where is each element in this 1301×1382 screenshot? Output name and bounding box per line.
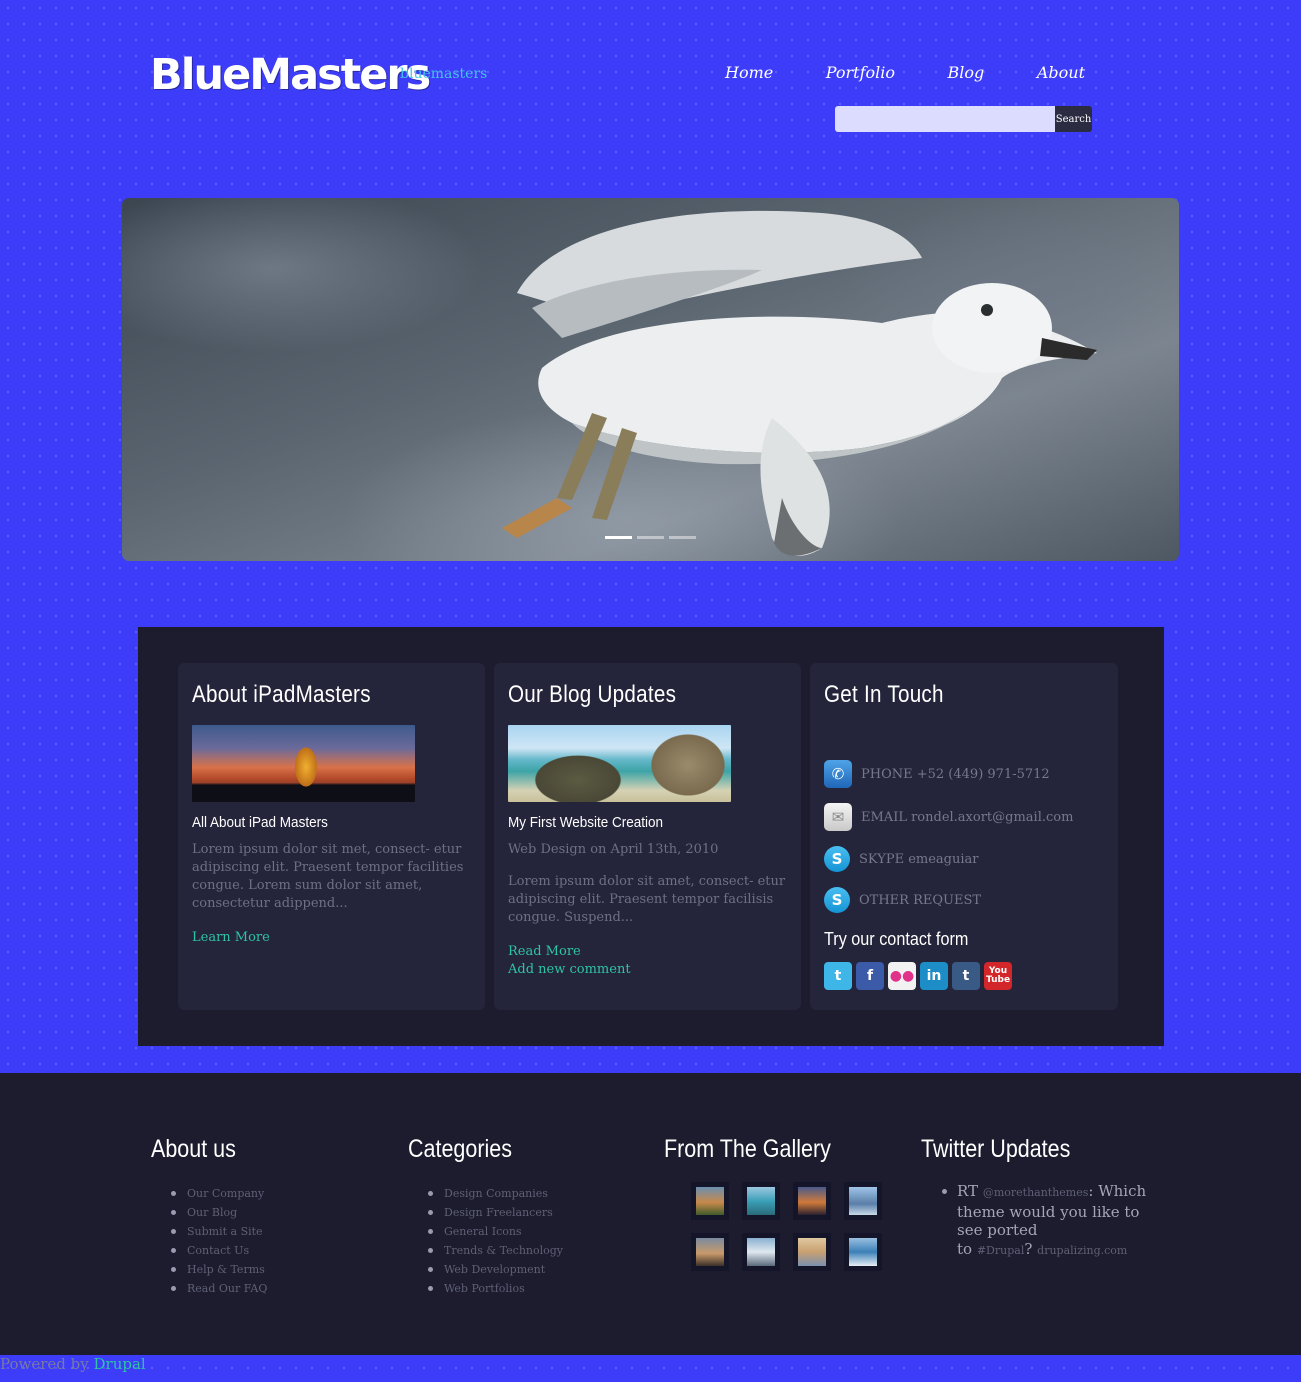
read-more-link[interactable]: Read More <box>508 943 787 961</box>
contact-form-title[interactable]: Try our contact form <box>824 929 1076 950</box>
category-link[interactable]: Trends & Technology <box>428 1241 658 1260</box>
contact-skype: S SKYPE emeaguiar <box>824 846 1104 872</box>
about-subtitle: All About iPad Masters <box>192 814 328 831</box>
footer-gallery: From The Gallery <box>664 1135 914 1271</box>
about-title: About iPadMasters <box>192 681 371 708</box>
blog-post-title[interactable]: My First Website Creation <box>508 814 759 831</box>
blog-card: Our Blog Updates My First Website Creati… <box>494 663 801 1010</box>
facebook-icon[interactable]: f <box>856 962 884 990</box>
phone-icon: ✆ <box>824 760 852 788</box>
tweet-item: RT @morethanthemes: Which theme would yo… <box>921 1182 1161 1260</box>
social-icons: t f ●● in t You Tube <box>824 962 1104 990</box>
footer-about-title: About us <box>151 1135 236 1163</box>
contact-other: S OTHER REQUEST <box>824 887 1104 913</box>
hero-slider <box>122 198 1179 561</box>
nav-about[interactable]: About <box>1017 63 1105 82</box>
category-link[interactable]: General Icons <box>428 1222 658 1241</box>
tweet-to: to <box>957 1239 973 1258</box>
email-text[interactable]: EMAIL rondel.axort@gmail.com <box>861 810 1073 825</box>
blog-image <box>508 725 731 802</box>
footer-link[interactable]: Submit a Site <box>171 1222 401 1241</box>
main-nav: Home Portfolio Blog About <box>705 63 1105 82</box>
drupal-link[interactable]: Drupal <box>94 1355 146 1373</box>
slider-pager <box>605 536 696 539</box>
footer-categories-list: Design Companies Design Freelancers Gene… <box>408 1184 658 1298</box>
nav-portfolio[interactable]: Portfolio <box>806 63 915 82</box>
blog-title: Our Blog Updates <box>508 681 677 708</box>
powered-by: Powered by Drupal <box>0 1355 146 1373</box>
about-text: Lorem ipsum dolor sit met, consect- etur… <box>192 842 464 911</box>
tweet-rt: RT <box>957 1182 979 1200</box>
skype-icon: S <box>824 846 850 872</box>
gallery-thumb[interactable] <box>742 1233 780 1271</box>
site-slogan: bluemasters <box>400 66 488 82</box>
other-text: OTHER REQUEST <box>859 892 982 908</box>
category-link[interactable]: Web Development <box>428 1260 658 1279</box>
search-button[interactable]: Search <box>1055 106 1092 132</box>
skype-text: SKYPE emeaguiar <box>859 851 979 867</box>
footer-categories: Categories Design Companies Design Freel… <box>408 1135 658 1298</box>
nav-home[interactable]: Home <box>705 63 793 82</box>
skype-icon: S <box>824 887 850 913</box>
contact-email: ✉ EMAIL rondel.axort@gmail.com <box>824 803 1104 831</box>
tweet-q: ? <box>1024 1239 1033 1258</box>
category-link[interactable]: Web Portfolios <box>428 1279 658 1298</box>
tweet-hashtag[interactable]: #Drupal <box>977 1244 1025 1257</box>
phone-text: PHONE +52 (449) 971-5712 <box>861 766 1050 782</box>
slider-dot-1[interactable] <box>605 536 632 539</box>
flickr-icon[interactable]: ●● <box>888 962 916 990</box>
learn-more-link[interactable]: Learn More <box>192 929 471 947</box>
slider-dot-2[interactable] <box>637 536 664 539</box>
site-logo[interactable]: BlueMasters <box>150 50 431 100</box>
category-link[interactable]: Design Companies <box>428 1184 658 1203</box>
footer-gallery-title: From The Gallery <box>664 1135 831 1163</box>
youtube-icon[interactable]: You Tube <box>984 962 1012 990</box>
footer-link[interactable]: Read Our FAQ <box>171 1279 401 1298</box>
footer-about-list: Our Company Our Blog Submit a Site Conta… <box>151 1184 401 1298</box>
twitter-icon[interactable]: t <box>824 962 852 990</box>
powered-prefix: Powered by <box>0 1355 89 1373</box>
gallery-thumb[interactable] <box>691 1233 729 1271</box>
seagull-image <box>502 210 1097 556</box>
content-panel: About iPadMasters All About iPad Masters… <box>138 627 1164 1046</box>
gallery-thumb[interactable] <box>691 1182 729 1220</box>
tumblr-icon[interactable]: t <box>952 962 980 990</box>
footer-link[interactable]: Help & Terms <box>171 1260 401 1279</box>
linkedin-icon[interactable]: in <box>920 962 948 990</box>
about-image <box>192 725 415 802</box>
contact-title: Get In Touch <box>824 681 944 708</box>
about-card: About iPadMasters All About iPad Masters… <box>178 663 485 1010</box>
footer: About us Our Company Our Blog Submit a S… <box>0 1073 1301 1355</box>
blog-text: Lorem ipsum dolor sit amet, consect- etu… <box>508 874 786 925</box>
contact-card: Get In Touch ✆ PHONE +52 (449) 971-5712 … <box>810 663 1118 1010</box>
tweet-link[interactable]: drupalizing.com <box>1037 1244 1127 1257</box>
search-input[interactable] <box>835 106 1056 132</box>
blog-meta: Web Design on April 13th, 2010 <box>508 842 719 857</box>
contact-phone: ✆ PHONE +52 (449) 971-5712 <box>824 760 1104 788</box>
footer-categories-title: Categories <box>408 1135 512 1163</box>
footer-link[interactable]: Our Company <box>171 1184 401 1203</box>
category-link[interactable]: Design Freelancers <box>428 1203 658 1222</box>
gallery-thumb[interactable] <box>742 1182 780 1220</box>
slider-dot-3[interactable] <box>669 536 696 539</box>
footer-link[interactable]: Contact Us <box>171 1241 401 1260</box>
nav-blog[interactable]: Blog <box>928 63 1005 82</box>
footer-link[interactable]: Our Blog <box>171 1203 401 1222</box>
tweet-handle[interactable]: @morethanthemes <box>983 1186 1089 1199</box>
gallery-thumb[interactable] <box>844 1182 882 1220</box>
footer-about: About us Our Company Our Blog Submit a S… <box>151 1135 401 1298</box>
footer-twitter: Twitter Updates RT @morethanthemes: Whic… <box>921 1135 1161 1260</box>
add-comment-link[interactable]: Add new comment <box>508 961 787 979</box>
footer-twitter-title: Twitter Updates <box>921 1135 1071 1163</box>
gallery-thumb[interactable] <box>844 1233 882 1271</box>
gallery-thumb[interactable] <box>793 1233 831 1271</box>
mail-icon: ✉ <box>824 803 852 831</box>
gallery-thumb[interactable] <box>793 1182 831 1220</box>
gallery-grid <box>691 1182 914 1271</box>
